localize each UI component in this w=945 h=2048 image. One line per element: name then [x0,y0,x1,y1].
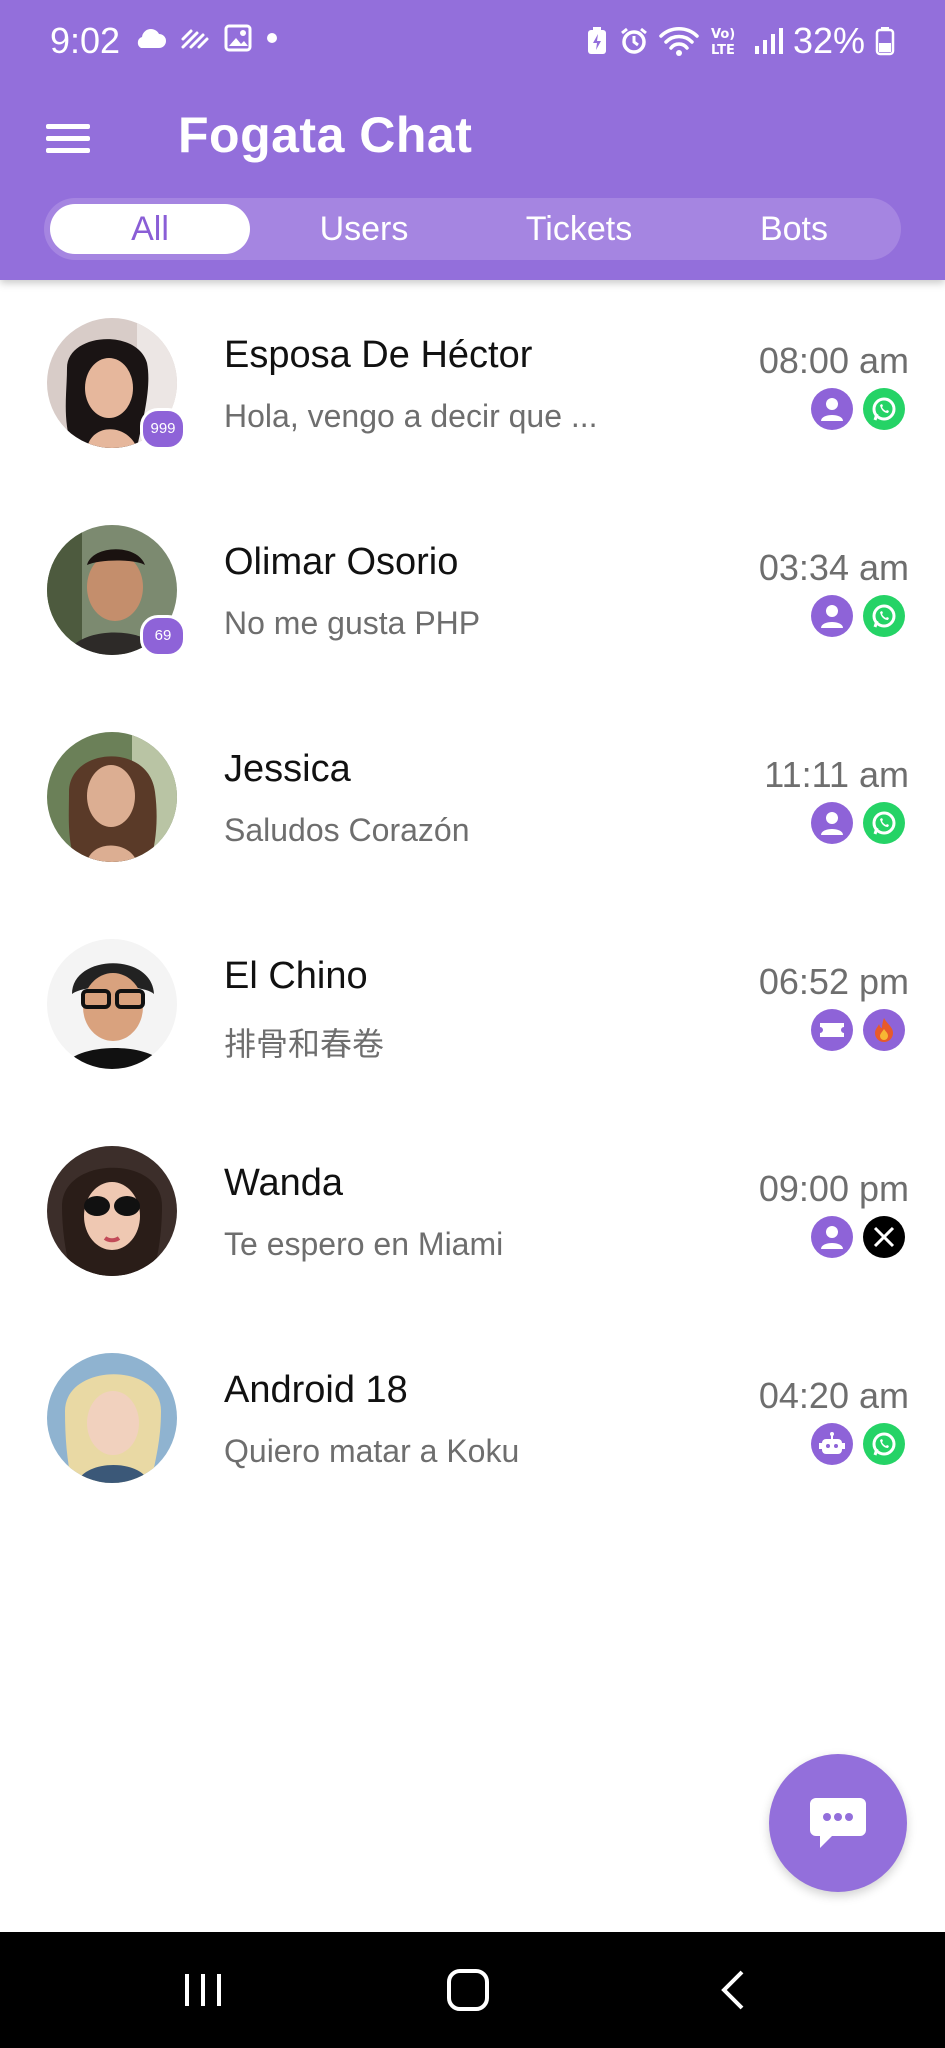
signal-icon [754,28,783,54]
user-icon [811,1216,853,1258]
whatsapp-icon [863,388,905,430]
avatar [47,732,177,862]
contact-name: El Chino [224,955,368,997]
conversation-tags [811,802,905,844]
battery-percentage: 32% [792,20,865,61]
svg-text:Vo): Vo) [711,27,735,42]
user-icon [811,802,853,844]
avatar [47,1146,177,1276]
bot-icon [811,1423,853,1465]
hamburger-menu-icon[interactable] [44,118,94,158]
battery-icon [875,27,895,56]
tab-all[interactable]: All [50,204,250,254]
message-preview: No me gusta PHP [224,605,481,641]
message-time: 11:11 am [764,754,909,795]
back-icon[interactable] [673,1932,793,2048]
volte-icon: Vo)LTE [711,27,735,57]
new-chat-button[interactable] [769,1754,907,1892]
contact-name: Jessica [224,748,351,790]
conversation-row[interactable]: 69 Olimar Osorio No me gusta PHP 03:34 a… [0,487,945,694]
conversation-row[interactable]: El Chino 排骨和春卷 06:52 pm [0,901,945,1108]
recent-apps-icon[interactable] [143,1932,263,2048]
user-icon [811,595,853,637]
message-time: 03:34 am [758,547,909,588]
conversation-row[interactable]: Jessica Saludos Corazón 11:11 am [0,694,945,901]
contact-name: Wanda [224,1162,343,1204]
battery-saver-icon [587,27,606,54]
status-notification-icons [132,24,278,52]
avatar [47,939,177,1069]
message-preview: Te espero en Miami [224,1226,504,1262]
status-bar: 9:02 Vo) LTE 32% [0,0,945,88]
message-preview: Quiero matar a Koku [224,1433,520,1469]
conversation-row[interactable]: 999 Esposa De Héctor Hola, vengo a decir… [0,280,945,487]
tab-tickets[interactable]: Tickets [474,198,684,260]
fogata-flame-icon [863,1009,905,1051]
chat-bubble-icon [810,1798,866,1848]
x-icon [863,1216,905,1258]
hotspot-icon [181,29,209,49]
message-preview: 排骨和春卷 [224,1026,385,1062]
tab-bots[interactable]: Bots [694,198,894,260]
contact-name: Olimar Osorio [224,541,459,583]
status-system-icons: Vo) LTE 32% [585,20,895,62]
message-time: 04:20 am [758,1375,909,1416]
wifi-icon [659,27,699,56]
system-navigation-bar [0,1932,945,2048]
whatsapp-icon [863,595,905,637]
contact-name: Esposa De Héctor [224,334,533,376]
image-icon [224,24,252,52]
conversation-row[interactable]: Wanda Te espero en Miami 09:00 pm [0,1108,945,1315]
conversation-tags [811,1009,905,1051]
svg-text:LTE: LTE [711,43,735,57]
unread-count-badge: 69 [140,615,186,657]
whatsapp-icon [863,1423,905,1465]
home-icon[interactable] [408,1932,528,2048]
conversation-tags [811,595,905,637]
conversation-tags [811,388,905,430]
message-time: 08:00 am [758,340,909,381]
conversation-tags [811,1216,905,1258]
filter-tabs: All Users Tickets Bots [44,198,901,260]
whatsapp-icon [863,802,905,844]
status-time: 9:02 [50,20,121,61]
ticket-icon [811,1009,853,1051]
user-icon [811,388,853,430]
alarm-icon [621,27,647,54]
tab-users[interactable]: Users [264,198,464,260]
message-preview: Saludos Corazón [224,812,470,848]
app-title: Fogata Chat [178,107,473,163]
conversation-tags [811,1423,905,1465]
unread-count-badge: 999 [140,408,186,450]
message-preview: Hola, vengo a decir que ... [224,398,598,434]
dot-icon [267,33,277,43]
avatar [47,1353,177,1483]
message-time: 09:00 pm [758,1168,909,1209]
cloud-icon [137,29,166,48]
conversation-row[interactable]: Android 18 Quiero matar a Koku 04:20 am [0,1315,945,1522]
message-time: 06:52 pm [758,961,909,1002]
app-header: 9:02 Vo) LTE 32% Fogata Chat All Users Ti… [0,0,945,280]
contact-name: Android 18 [224,1369,408,1411]
